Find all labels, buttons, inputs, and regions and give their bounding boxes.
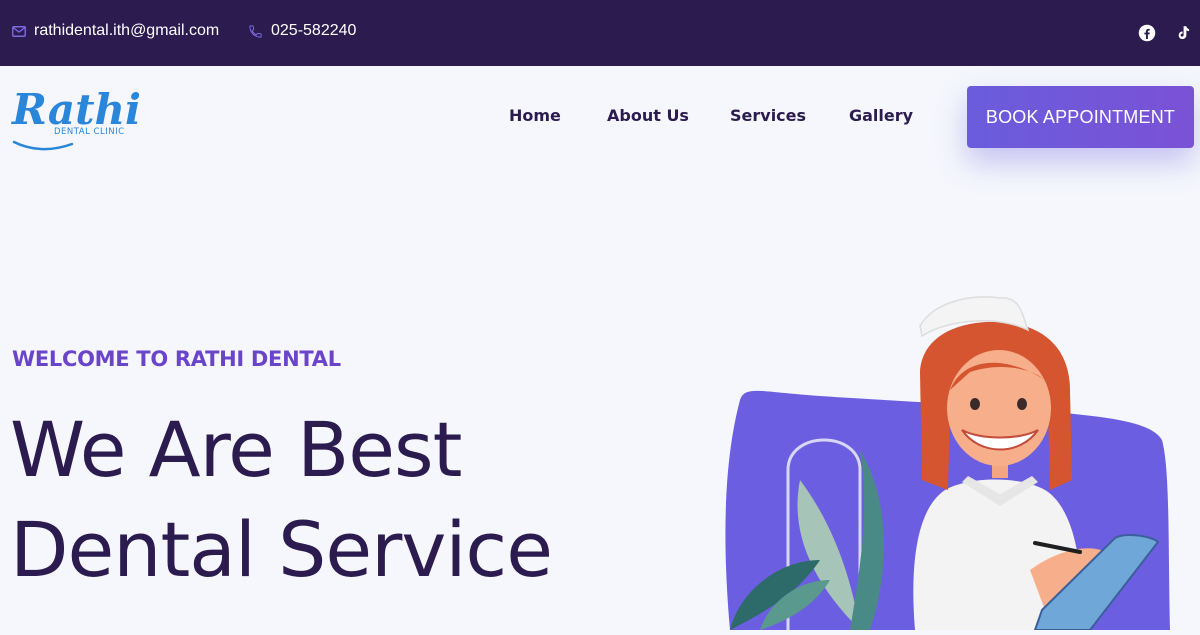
hero-illustration — [700, 280, 1200, 631]
nav-item-gallery[interactable]: Gallery — [849, 106, 913, 125]
social-links — [1136, 22, 1194, 44]
mail-icon — [12, 25, 26, 37]
nav-item-home[interactable]: Home — [509, 106, 561, 125]
logo-subtext: DENTAL CLINIC — [54, 127, 125, 137]
facebook-icon[interactable] — [1136, 22, 1158, 44]
hero-title-line-1: We Are Best — [10, 405, 462, 494]
hero-title: We Are Best Dental Service — [10, 400, 553, 600]
top-contact-bar: rathidental.ith@gmail.com 025-582240 — [0, 0, 1200, 66]
nav-item-about-us[interactable]: About Us — [607, 106, 689, 125]
hero-title-line-2: Dental Service — [10, 505, 553, 594]
phone-icon — [249, 24, 262, 38]
hero-eyebrow: WELCOME TO RATHI DENTAL — [12, 347, 341, 371]
email-contact[interactable]: rathidental.ith@gmail.com — [12, 22, 219, 40]
tiktok-icon[interactable] — [1172, 22, 1194, 44]
clinic-logo[interactable]: Rathi DENTAL CLINIC — [10, 80, 141, 154]
phone-text: 025-582240 — [271, 22, 357, 39]
nav-item-services[interactable]: Services — [730, 106, 806, 125]
email-text: rathidental.ith@gmail.com — [34, 22, 220, 39]
phone-contact[interactable]: 025-582240 — [248, 22, 356, 40]
book-appointment-button[interactable]: BOOK APPOINTMENT — [967, 86, 1194, 148]
main-navigation: Rathi DENTAL CLINIC Home About Us Servic… — [0, 66, 1200, 170]
